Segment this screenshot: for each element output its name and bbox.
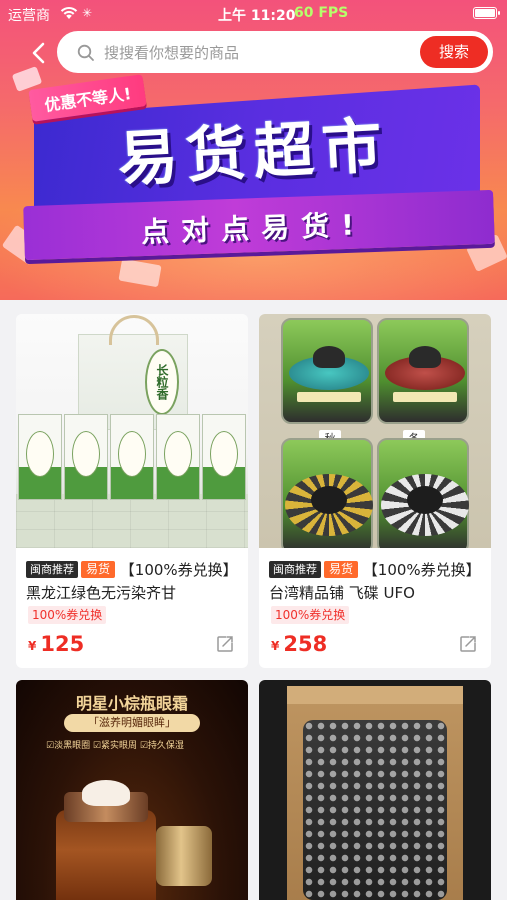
carrier-label: 运营商	[8, 8, 50, 24]
search-icon	[77, 44, 95, 66]
fps-counter: 60 FPS	[294, 5, 349, 21]
product-price: ¥125	[28, 632, 84, 656]
product-image[interactable]: 明星小棕瓶眼霜 「滋养明媚眼眸」 ☑淡黑眼圈 ☑紧实眼周 ☑持久保湿	[16, 680, 248, 900]
barter-badge: 易货	[324, 561, 359, 578]
cream-jar-graphic	[56, 780, 156, 900]
bubble-wrap-graphic	[303, 720, 447, 900]
search-bar[interactable]: 搜索	[57, 31, 493, 73]
search-input[interactable]	[104, 41, 404, 65]
product-image[interactable]: 长粒香	[16, 314, 248, 548]
coupon-tag: 100%券兑换	[28, 606, 107, 624]
product-image-title: 明星小棕瓶眼霜	[75, 694, 188, 713]
product-title-block[interactable]: 闽商推荐 易货 【100%券兑换】黑龙江绿色无污染齐甘	[26, 559, 240, 605]
recommend-badge: 闽商推荐	[26, 561, 78, 578]
activity-spinner-icon: ✳	[82, 6, 93, 20]
confetti-decoration	[118, 258, 162, 288]
rice-brand-label: 长粒香	[145, 349, 179, 415]
product-price: ¥258	[271, 632, 327, 656]
share-icon[interactable]	[216, 635, 234, 657]
product-title-block[interactable]: 闽商推荐 易货 【100%券兑换】台湾精品铺 飞碟 UFO	[269, 559, 483, 605]
product-image-features: ☑淡黑眼圈 ☑紧实眼周 ☑持久保湿	[46, 741, 184, 751]
wifi-icon	[60, 6, 78, 24]
barter-badge: 易货	[81, 561, 116, 578]
product-image[interactable]: 秋 冬	[259, 314, 491, 548]
banner[interactable]: 运营商 ✳ 上午 11:20 60 FPS 搜索 优惠不等人! 易货超市 点对点…	[0, 0, 507, 300]
rice-box-graphic	[156, 414, 200, 500]
ufo-package-graphic	[377, 318, 469, 424]
share-icon[interactable]	[459, 635, 477, 657]
product-card[interactable]	[259, 680, 491, 900]
price-value: 258	[283, 632, 328, 656]
rice-box-graphic	[64, 414, 108, 500]
product-card[interactable]: 秋 冬 闽商推荐易货 【100%券兑换】台湾精品铺 飞碟 UFO 100%券兑换…	[259, 314, 491, 668]
floor-decoration	[16, 494, 248, 548]
box-flap-graphic	[287, 686, 463, 704]
ufo-package-graphic	[377, 438, 469, 548]
price-value: 125	[40, 632, 85, 656]
rice-box-graphic	[18, 414, 62, 500]
ufo-package-graphic	[281, 318, 373, 424]
jar-lid-graphic	[156, 826, 212, 886]
rice-box-graphic	[202, 414, 246, 500]
chevron-left-icon	[32, 42, 45, 64]
product-card[interactable]: 长粒香 闽商推荐 易货 【100%券兑换】黑龙江绿色无污染齐甘 100%券兑换 ¥…	[16, 314, 248, 668]
clock: 上午 11:20	[218, 8, 296, 24]
status-bar: 运营商 ✳ 上午 11:20 60 FPS	[0, 0, 507, 28]
currency-symbol: ¥	[271, 639, 280, 653]
product-image-subtitle: 「滋养明媚眼眸」	[64, 714, 200, 732]
rice-box-graphic	[110, 414, 154, 500]
product-card[interactable]: 明星小棕瓶眼霜 「滋养明媚眼眸」 ☑淡黑眼圈 ☑紧实眼周 ☑持久保湿	[16, 680, 248, 900]
product-image[interactable]	[259, 680, 491, 900]
recommend-badge: 闽商推荐	[269, 561, 321, 578]
currency-symbol: ¥	[28, 639, 37, 653]
ufo-package-graphic	[281, 438, 373, 548]
coupon-tag: 100%券兑换	[271, 606, 350, 624]
search-button[interactable]: 搜索	[420, 36, 488, 68]
battery-icon	[473, 7, 500, 19]
back-button[interactable]	[26, 40, 52, 66]
